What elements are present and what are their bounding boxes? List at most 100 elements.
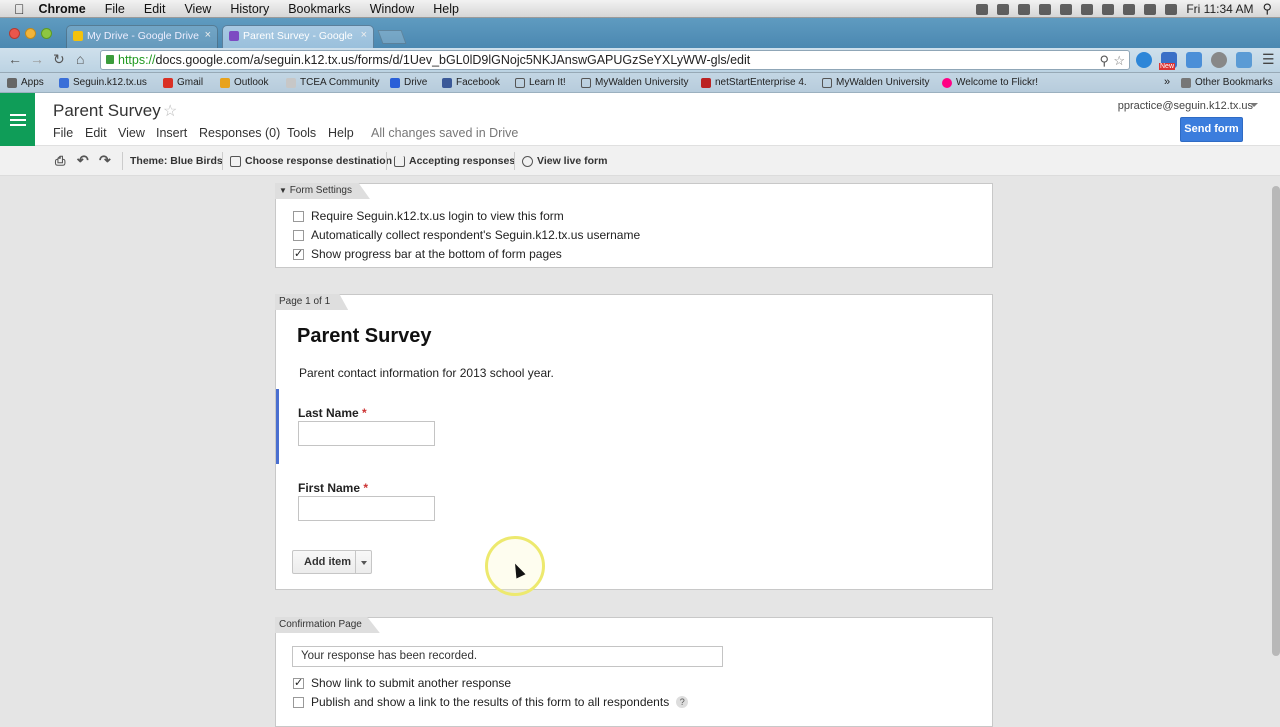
bookmarks-overflow-icon[interactable]: » [1164,76,1170,88]
menu-help[interactable]: Help [433,2,459,16]
chrome-menu-icon[interactable]: ☰ [1262,51,1275,68]
send-form-button[interactable]: Send form [1180,117,1243,142]
form-title[interactable]: Parent Survey [297,325,432,348]
chevron-down-icon[interactable] [361,561,367,565]
dropbox-icon[interactable] [1018,3,1031,15]
forward-icon[interactable]: → [30,51,44,67]
doc-menu-help[interactable]: Help [328,126,354,140]
document-title[interactable]: Parent Survey [53,101,161,121]
setting-progress-bar[interactable]: ✓ Show progress bar at the bottom of form… [293,247,562,261]
tab-my-drive[interactable]: My Drive - Google Drive × [66,25,218,48]
print-icon[interactable]: ⎙ [55,153,65,169]
bookmark-apps[interactable]: Apps [7,77,44,88]
doc-menu-tools[interactable]: Tools [287,126,316,140]
checkbox[interactable] [293,696,304,708]
account-email[interactable]: ppractice@seguin.k12.tx.us [1118,100,1253,112]
bookmark-flickr[interactable]: Welcome to Flickr! [942,77,1038,88]
bookmark-star-icon[interactable]: ☆ [1113,51,1125,70]
setting-collect-username[interactable]: Automatically collect respondent's Segui… [293,228,640,242]
bluetooth-icon[interactable] [1102,3,1115,15]
menu-file[interactable]: File [105,2,125,16]
menu-view[interactable]: View [184,2,211,16]
add-item-button[interactable]: Add item [292,550,372,574]
response-destination-button[interactable]: Choose response destination [230,155,392,167]
bookmark-netstart[interactable]: netStartEnterprise 4. [701,77,807,88]
search-icon[interactable]: ⚲ [1099,51,1109,70]
checkbox-checked[interactable]: ✓ [293,677,304,689]
extension-icon[interactable] [1186,52,1202,68]
checkbox[interactable] [293,229,304,241]
close-tab-icon[interactable]: × [205,29,211,41]
bookmark-other[interactable]: Other Bookmarks [1181,77,1273,88]
doc-menu-insert[interactable]: Insert [156,126,187,140]
apple-icon[interactable]:  [14,1,25,17]
checkbox[interactable] [293,210,304,222]
spotlight-icon[interactable]: ⚲ [1262,1,1272,17]
star-icon[interactable]: ☆ [163,101,177,121]
status-icon[interactable] [1060,3,1073,15]
new-tab-button[interactable] [377,30,407,44]
bookmark-mywalden[interactable]: MyWalden University [581,77,689,88]
status-icon[interactable] [976,3,989,15]
confirmation-message-input[interactable]: Your response has been recorded. [292,646,723,667]
doc-menu-view[interactable]: View [118,126,145,140]
form-settings-tab[interactable]: ▼ Form Settings [275,183,370,199]
wifi-icon[interactable] [1123,3,1136,15]
menu-history[interactable]: History [230,2,269,16]
question-last-name-label[interactable]: Last Name * [298,406,367,420]
menu-edit[interactable]: Edit [144,2,166,16]
view-live-form-button[interactable]: View live form [522,155,607,167]
bookmark-tcea[interactable]: TCEA Community [286,77,379,88]
app-menu-button[interactable] [0,93,35,146]
chevron-down-icon[interactable] [1250,103,1258,107]
doc-menu-file[interactable]: File [53,126,73,140]
menu-window[interactable]: Window [370,2,414,16]
address-bar[interactable]: https://docs.google.com/a/seguin.k12.tx.… [100,50,1130,70]
extension-icon[interactable] [1136,52,1152,68]
bookmark-drive[interactable]: Drive [390,77,427,88]
back-icon[interactable]: ← [8,51,22,67]
menu-app-name[interactable]: Chrome [39,2,86,16]
pocket-icon[interactable] [1211,52,1227,68]
clock[interactable]: Fri 11:34 AM [1186,2,1253,16]
bookmark-gmail[interactable]: Gmail [163,77,203,88]
option-submit-another[interactable]: ✓ Show link to submit another response [293,676,511,690]
doc-menu-edit[interactable]: Edit [85,126,107,140]
bookmark-seguin[interactable]: Seguin.k12.tx.us [59,77,147,88]
time-machine-icon[interactable] [1081,3,1094,15]
bookmark-facebook[interactable]: Facebook [442,77,500,88]
setting-require-login[interactable]: Require Seguin.k12.tx.us login to view t… [293,209,564,223]
toolbar-divider [514,152,515,170]
doc-menu-responses[interactable]: Responses (0) [199,126,280,140]
checkbox-checked[interactable]: ✓ [293,248,304,260]
bookmark-learn-it[interactable]: Learn It! [515,77,566,88]
form-description[interactable]: Parent contact information for 2013 scho… [299,366,554,380]
help-icon[interactable]: ? [676,696,689,708]
last-name-input[interactable] [298,421,435,446]
option-publish-results[interactable]: Publish and show a link to the results o… [293,695,689,709]
menu-bookmarks[interactable]: Bookmarks [288,2,351,16]
accepting-responses-button[interactable]: Accepting responses [394,155,515,167]
display-icon[interactable] [1144,3,1157,15]
undo-icon[interactable]: ↶ [77,152,89,169]
scrollbar[interactable] [1272,186,1280,656]
home-icon[interactable]: ⌂ [76,51,84,67]
volume-icon[interactable] [1165,3,1178,15]
close-window-icon[interactable] [9,28,20,39]
bookmark-outlook[interactable]: Outlook [220,77,268,88]
extension-icon[interactable] [1236,52,1252,68]
drive-sync-icon[interactable] [997,3,1010,15]
tcea-icon [286,77,296,88]
question-first-name-label[interactable]: First Name * [298,481,368,495]
close-tab-icon[interactable]: × [361,29,367,41]
first-name-input[interactable] [298,496,435,521]
zoom-window-icon[interactable] [41,28,52,39]
minimize-window-icon[interactable] [25,28,36,39]
theme-button[interactable]: Theme: Blue Birds [130,155,223,167]
status-icon[interactable] [1039,3,1052,15]
redo-icon[interactable]: ↷ [99,152,111,169]
url-scheme: https:// [118,53,156,67]
reload-icon[interactable]: ↻ [53,51,65,68]
tab-parent-survey[interactable]: Parent Survey - Google × [222,25,374,48]
bookmark-mywalden-2[interactable]: MyWalden University [822,77,930,88]
